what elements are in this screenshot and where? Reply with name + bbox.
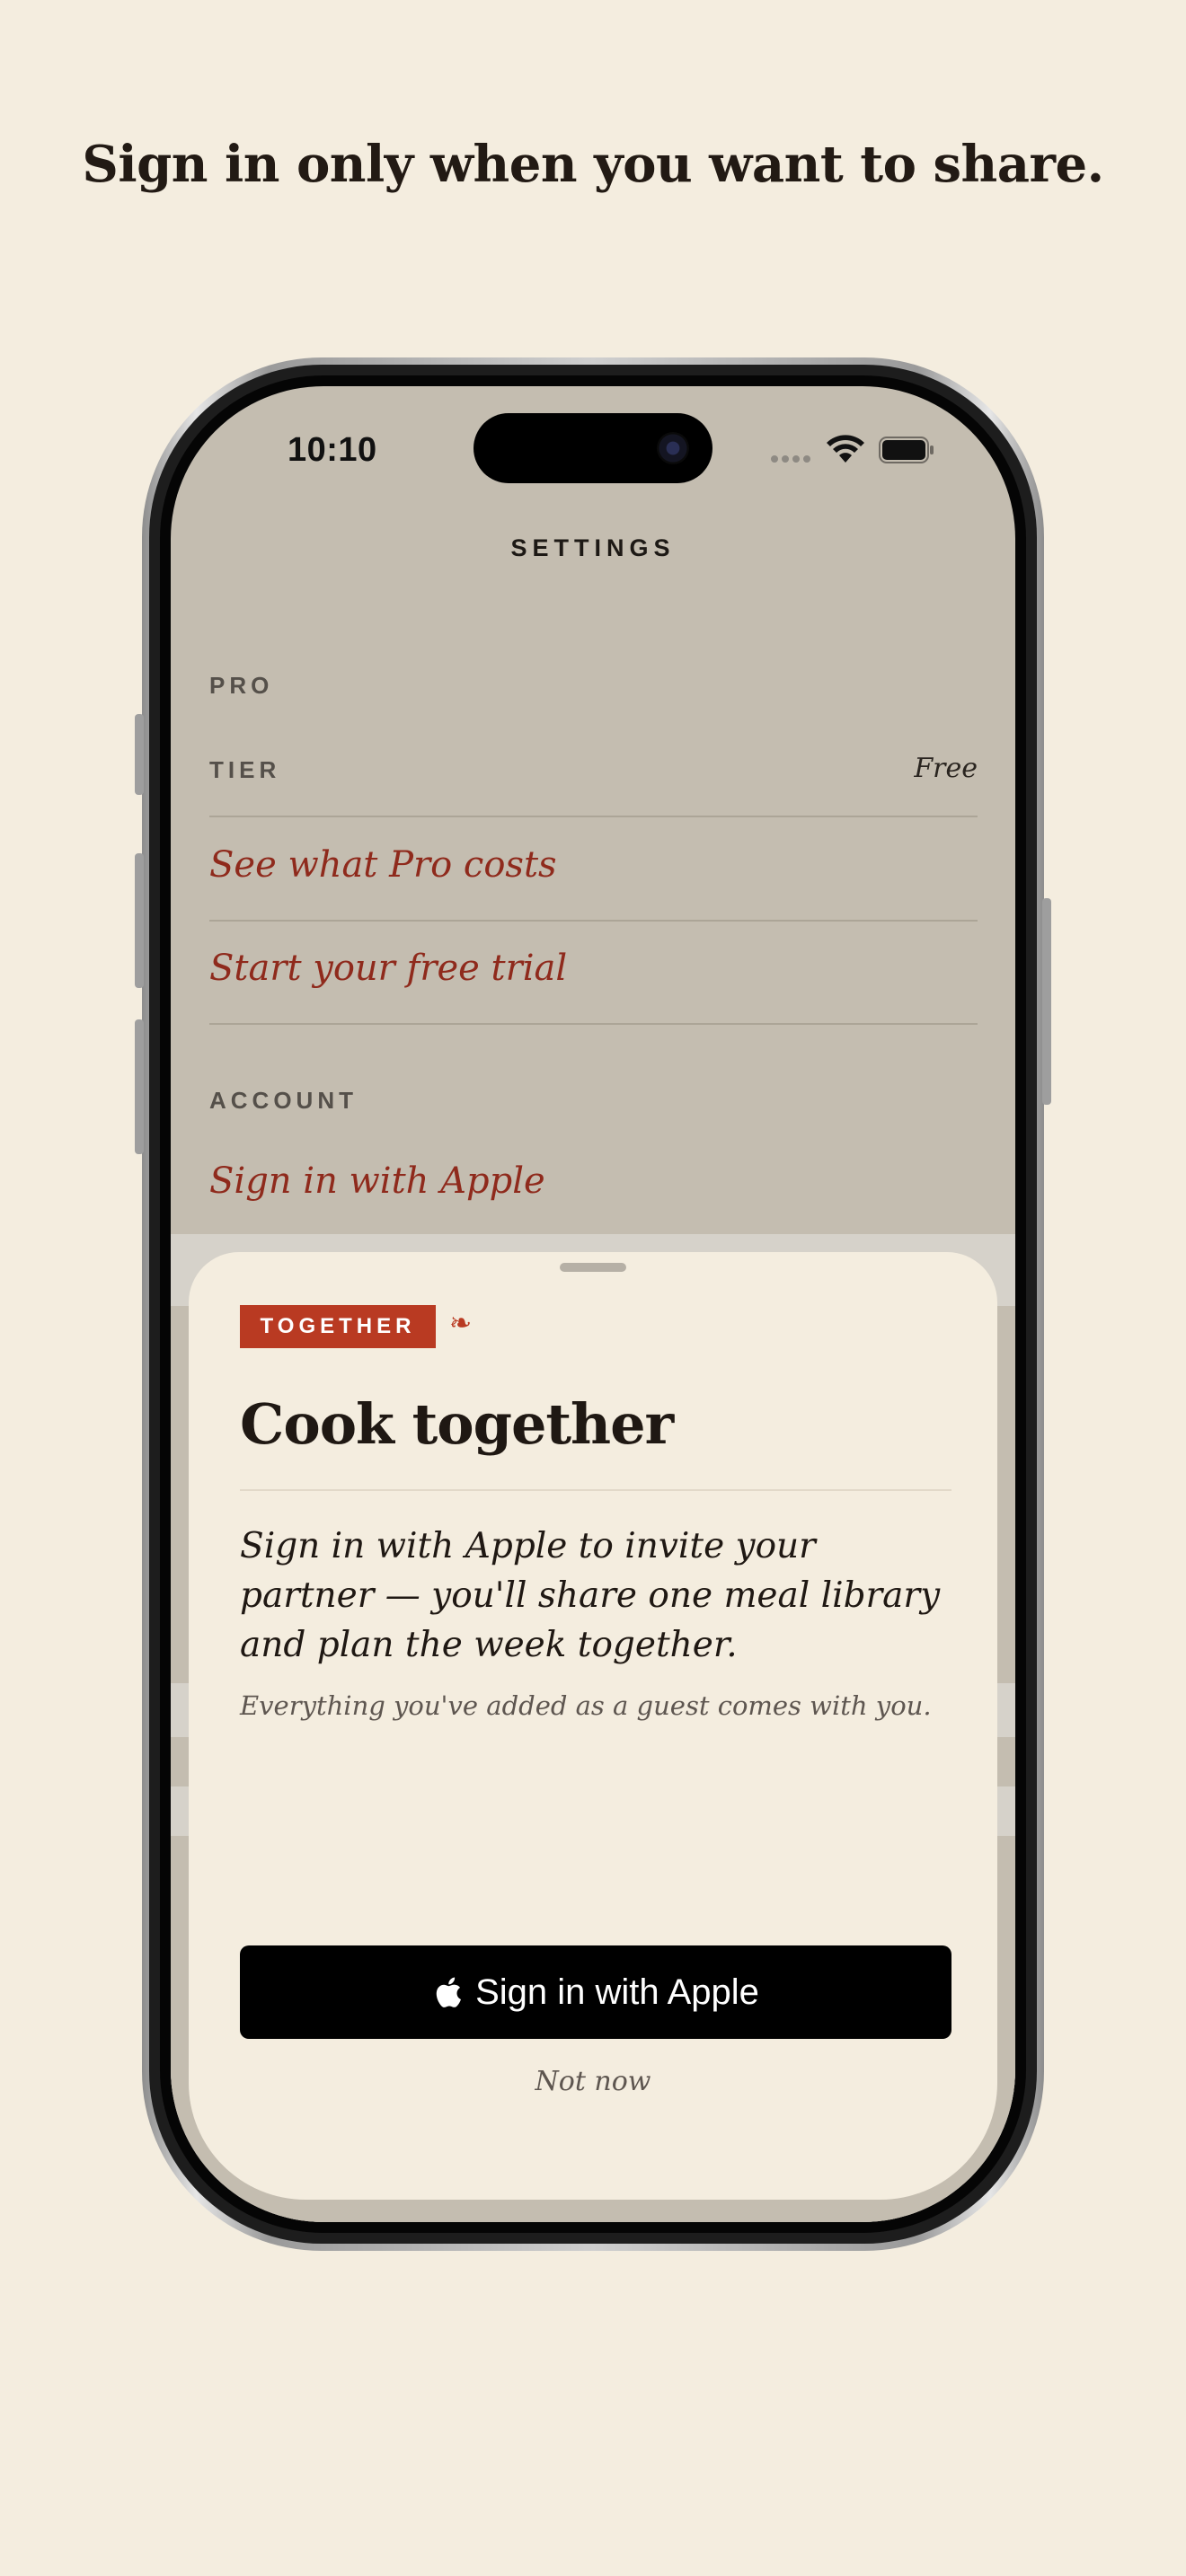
section-label-account: ACCOUNT [209,1087,358,1114]
sheet-grabber[interactable] [560,1263,626,1272]
sheet-divider [240,1489,951,1491]
row-divider [209,816,978,817]
tier-label: TIER [209,756,281,783]
see-pro-costs-link[interactable]: See what Pro costs [209,844,557,886]
settings-nav-title: SETTINGS [510,534,676,561]
sheet-body: Sign in with Apple to invite your partne… [240,1526,941,1665]
sign-in-with-apple-label: Sign in with Apple [475,1972,759,2012]
status-time: 10:10 [288,431,377,469]
together-tag: TOGETHER [240,1305,436,1348]
signal-dots-icon [771,451,814,467]
row-divider [209,920,978,922]
apple-logo-icon [436,1977,462,2007]
page-headline: Sign in only when you want to share. [82,135,1104,194]
tier-value: Free [914,753,978,784]
not-now-button[interactable]: Not now [189,2066,997,2097]
start-free-trial-link[interactable]: Start your free trial [209,948,567,989]
phone-screen: 10:10 SETTINGS PRO TIER Free See what Pr… [171,386,1015,2222]
battery-icon [879,437,934,463]
fleuron-icon: ❧ [449,1309,473,1338]
power-button [1042,898,1051,1105]
volume-down-button [135,1019,144,1154]
settings-sign-in-apple-link[interactable]: Sign in with Apple [209,1160,545,1202]
sign-in-with-apple-button[interactable]: Sign in with Apple [240,1945,951,2039]
action-button [135,714,144,795]
wifi-icon [827,435,864,463]
sheet-title: Cook together [240,1391,674,1457]
dynamic-island [474,413,712,483]
volume-up-button [135,853,144,988]
sheet-note: Everything you've added as a guest comes… [240,1690,932,1721]
cook-together-sheet: TOGETHER ❧ Cook together Sign in with Ap… [189,1252,997,2200]
row-divider [209,1023,978,1025]
section-label-pro: PRO [209,672,274,699]
camera-icon [657,432,689,464]
